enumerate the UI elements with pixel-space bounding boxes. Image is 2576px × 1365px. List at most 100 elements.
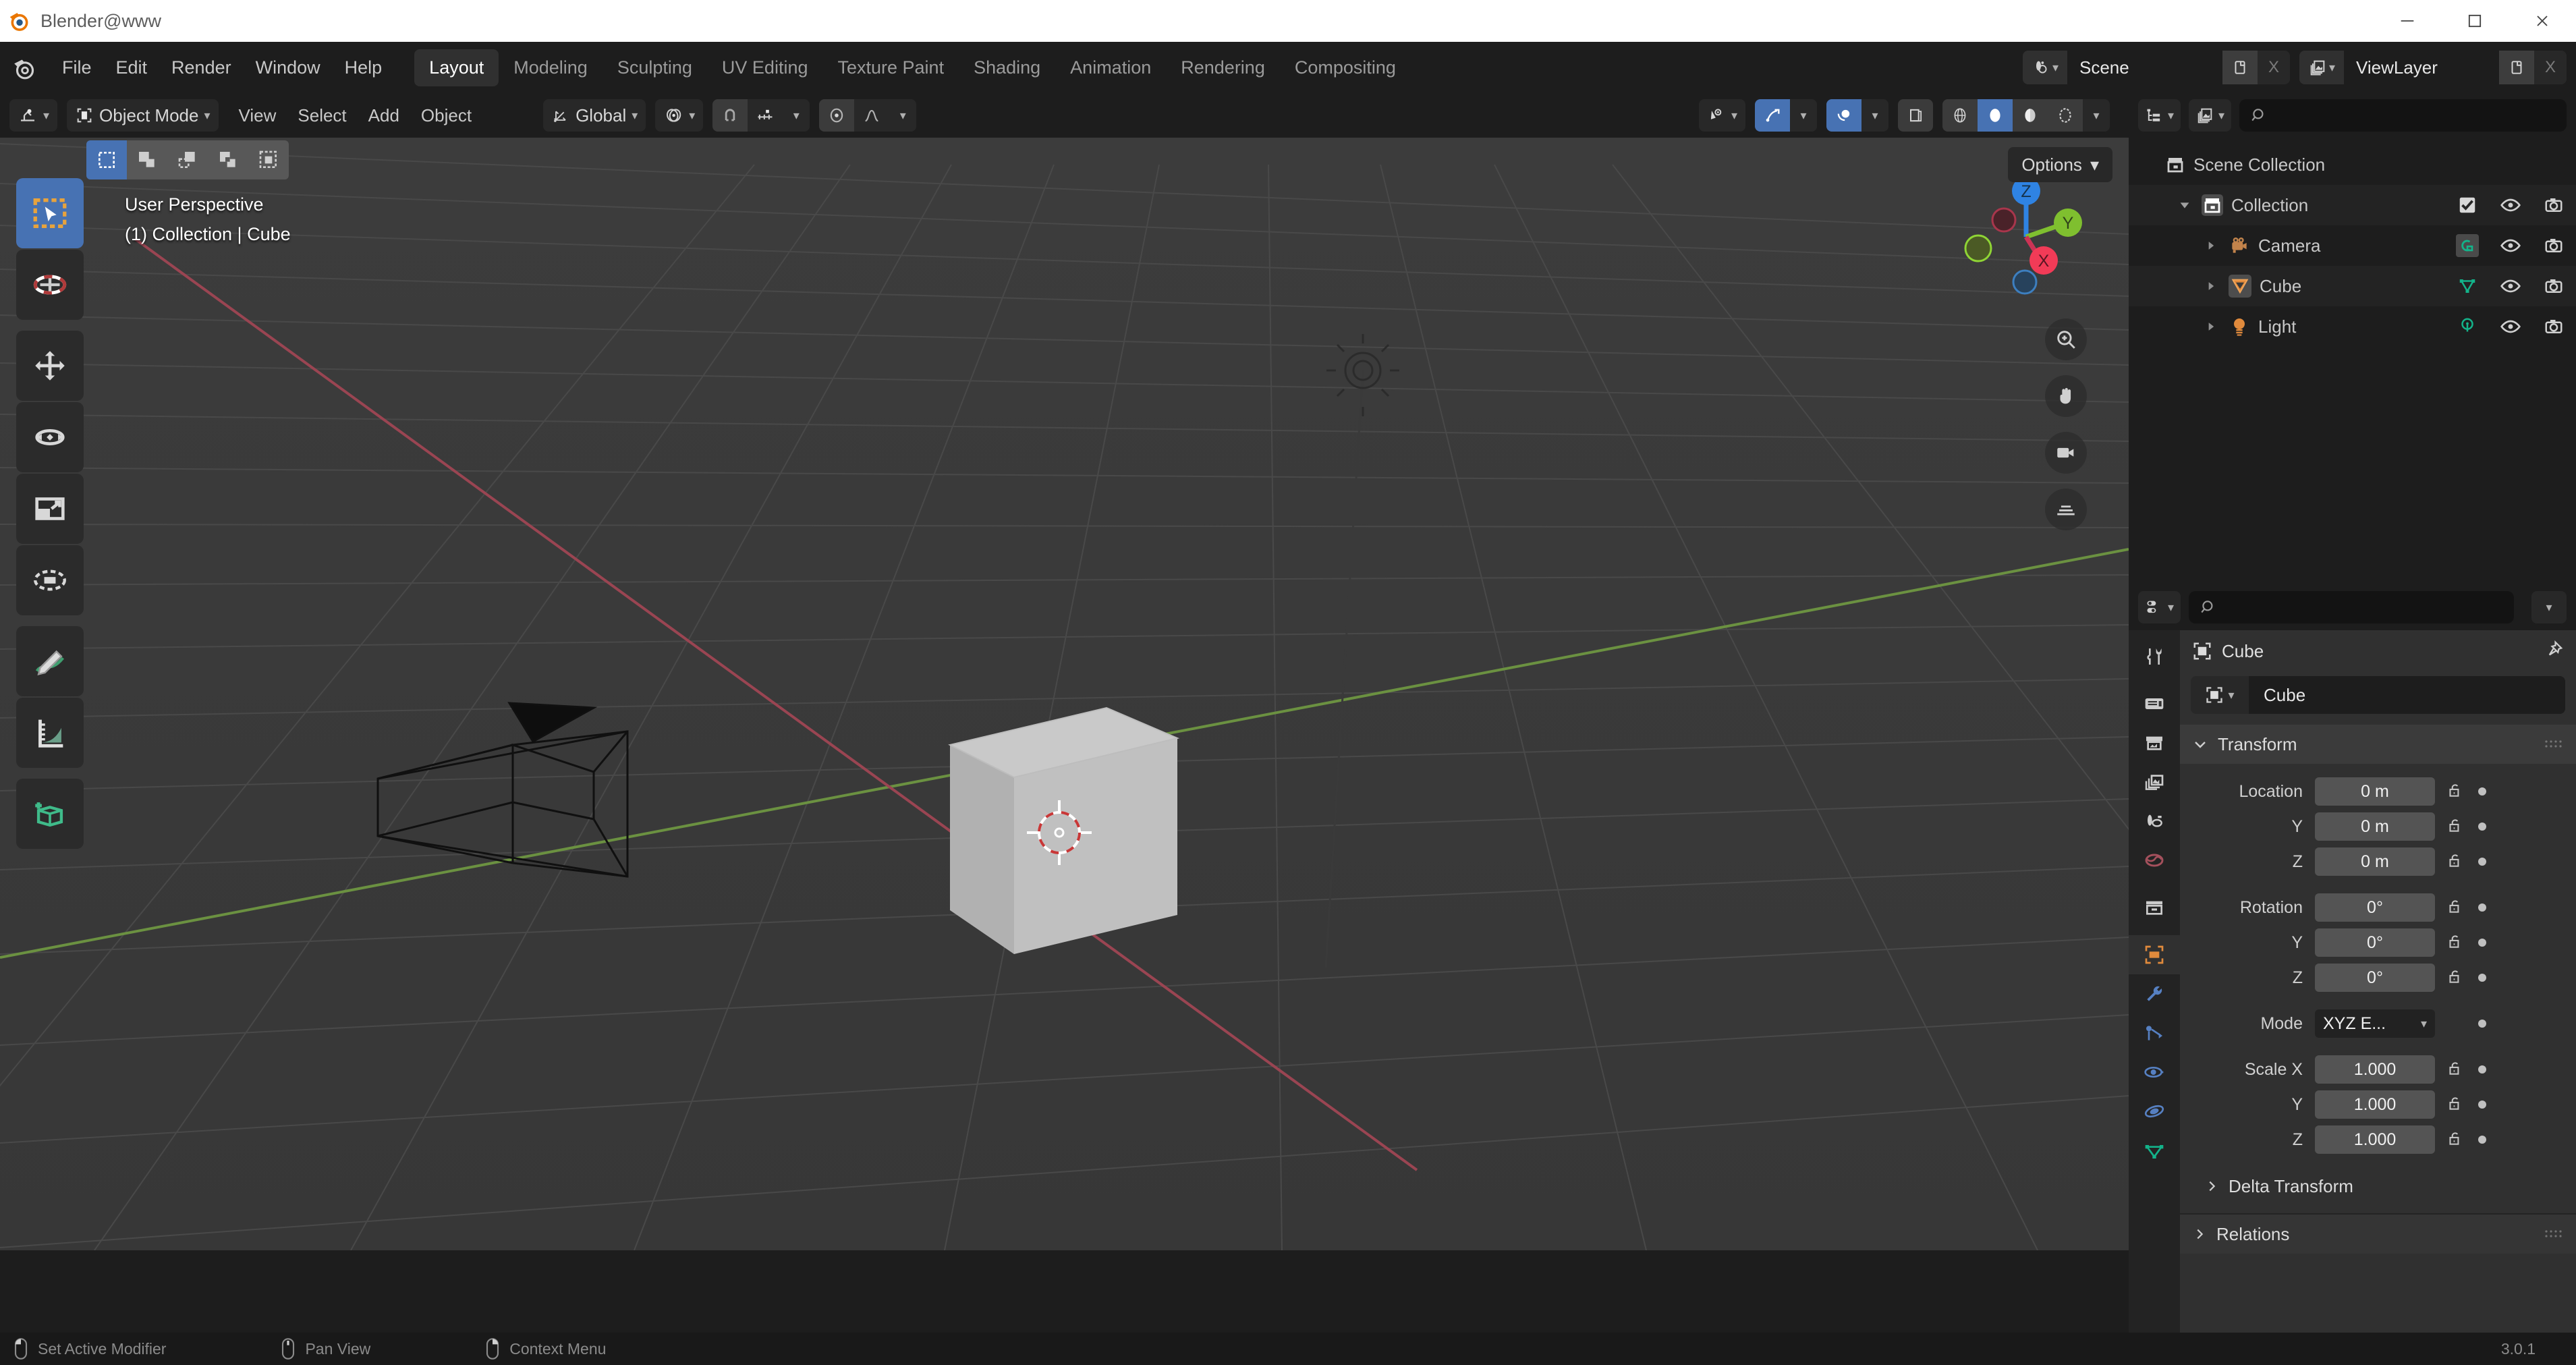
select-mode-set-button[interactable] [86,140,127,179]
disable-in-renders-toggle[interactable] [2542,315,2565,338]
lock-button[interactable] [2446,968,2463,988]
lock-button[interactable] [2446,1094,2463,1115]
shading-wireframe-button[interactable] [1942,99,1978,132]
tool-select-box[interactable] [16,178,84,248]
outliner-row-cube[interactable]: Cube [2129,266,2576,306]
properties-tab-world[interactable] [2129,841,2180,880]
property-row-scale-y[interactable]: Y 1.000 [2180,1088,2576,1121]
subpanel-header-delta-transform[interactable]: Delta Transform [2180,1167,2576,1205]
scene-name[interactable]: Scene [2067,51,2222,84]
lock-button[interactable] [2446,852,2463,872]
tool-add-cube[interactable] [16,779,84,849]
viewport-options-button[interactable]: Options ▾ [2008,147,2112,182]
animate-property-button[interactable] [2478,939,2486,947]
animate-property-button[interactable] [2478,1136,2486,1144]
properties-tab-data[interactable] [2129,1131,2180,1170]
workspace-tab-modeling[interactable]: Modeling [499,49,603,86]
shading-dropdown[interactable]: ▾ [2083,99,2110,132]
menu-edit[interactable]: Edit [104,52,160,84]
hide-in-viewport-toggle[interactable] [2499,234,2522,257]
hide-in-viewport-toggle[interactable] [2499,275,2522,298]
properties-tab-constraints[interactable] [2129,1092,2180,1131]
show-overlays-toggle[interactable] [1826,99,1861,132]
tool-annotate[interactable] [16,626,84,696]
viewlayer-browse-icon[interactable]: ▾ [2299,51,2344,84]
toggle-orthographic-button[interactable] [2045,489,2087,530]
menu-render[interactable]: Render [159,52,244,84]
lock-button[interactable] [2446,1130,2463,1150]
rotation-mode-dropdown[interactable]: XYZ E... ▾ [2315,1009,2435,1038]
shading-solid-button[interactable] [1978,99,2013,132]
animate-property-button[interactable] [2478,858,2486,866]
mesh-data-badge[interactable] [2456,275,2479,298]
panel-header-relations[interactable]: Relations [2180,1215,2576,1254]
scene-selector[interactable]: ▾ Scene X [2023,51,2290,84]
proportional-edit-toggle[interactable] [819,99,854,132]
properties-tab-output[interactable] [2129,723,2180,762]
lock-button[interactable] [2446,897,2463,918]
scale-y-field[interactable]: 1.000 [2315,1090,2435,1119]
outliner-editor-type-button[interactable]: ▾ [2138,99,2181,132]
outliner-search-input[interactable] [2239,99,2567,132]
maximize-button[interactable] [2441,0,2509,42]
properties-tab-tool[interactable] [2129,637,2180,676]
property-row-location-z[interactable]: Z 0 m [2180,845,2576,879]
properties-tab-modifiers[interactable] [2129,974,2180,1013]
animate-property-button[interactable] [2478,823,2486,831]
collection-checkbox[interactable] [2456,194,2479,217]
light-data-badge[interactable] [2456,315,2479,338]
property-row-location-x[interactable]: Location 0 m [2180,775,2576,808]
object-id-row[interactable]: ▾ Cube [2191,676,2565,714]
viewlayer-selector[interactable]: ▾ ViewLayer X [2299,51,2567,84]
rotation-y-field[interactable]: 0° [2315,928,2435,957]
properties-tab-render[interactable] [2129,684,2180,723]
workspace-tab-shading[interactable]: Shading [959,49,1055,86]
blender-menu-icon[interactable] [9,52,40,83]
viewport-menu-view[interactable]: View [228,100,287,132]
property-row-rotation-z[interactable]: Z 0° [2180,961,2576,995]
pin-button[interactable] [2544,640,2564,663]
panel-header-transform[interactable]: Transform [2180,725,2576,764]
snap-target-button[interactable] [748,99,783,132]
property-row-scale-z[interactable]: Z 1.000 [2180,1123,2576,1157]
overlays-dropdown[interactable]: ▾ [1861,99,1888,132]
outliner-row-scene-collection[interactable]: Scene Collection [2129,144,2576,185]
menu-help[interactable]: Help [333,52,395,84]
shading-rendered-button[interactable] [2048,99,2083,132]
snap-toggle-button[interactable] [712,99,748,132]
property-row-location-y[interactable]: Y 0 m [2180,810,2576,843]
editor-type-selector[interactable]: ▾ [9,99,57,132]
camera-data-badge[interactable] [2456,234,2479,257]
menu-window[interactable]: Window [244,52,333,84]
properties-search-input[interactable] [2189,591,2514,623]
tool-cursor[interactable] [16,250,84,320]
properties-tab-collection[interactable] [2129,888,2180,927]
disable-in-renders-toggle[interactable] [2542,194,2565,217]
properties-tab-view-layer[interactable] [2129,762,2180,802]
shading-material-button[interactable] [2013,99,2048,132]
property-row-rotation-mode[interactable]: Mode XYZ E... ▾ [2180,1007,2576,1040]
workspace-tab-animation[interactable]: Animation [1055,49,1166,86]
visibility-selector[interactable]: ▾ [1699,99,1745,132]
viewport-menu-object[interactable]: Object [410,100,482,132]
outliner-row-collection[interactable]: Collection [2129,185,2576,225]
pan-view-button[interactable] [2045,375,2087,417]
chevron-down-icon[interactable] [2177,198,2192,213]
new-scene-button[interactable] [2222,51,2258,84]
show-gizmo-toggle[interactable] [1755,99,1790,132]
animate-property-button[interactable] [2478,1065,2486,1074]
lock-button[interactable] [2446,1059,2463,1080]
viewlayer-name[interactable]: ViewLayer [2344,51,2499,84]
outliner-display-mode-button[interactable]: ▾ [2189,99,2231,132]
viewport-menu-select[interactable]: Select [287,100,357,132]
property-row-scale-x[interactable]: Scale X 1.000 [2180,1053,2576,1086]
tool-measure[interactable] [16,698,84,768]
transform-orientation-selector[interactable]: Global ▾ [543,99,646,132]
animate-property-button[interactable] [2478,903,2486,912]
scale-x-field[interactable]: 1.000 [2315,1055,2435,1084]
properties-tab-scene[interactable] [2129,802,2180,841]
scene-browse-icon[interactable]: ▾ [2023,51,2067,84]
tool-scale[interactable] [16,474,84,544]
properties-options-button[interactable]: ▾ [2531,591,2567,623]
object-name-field[interactable]: Cube [2249,676,2565,714]
